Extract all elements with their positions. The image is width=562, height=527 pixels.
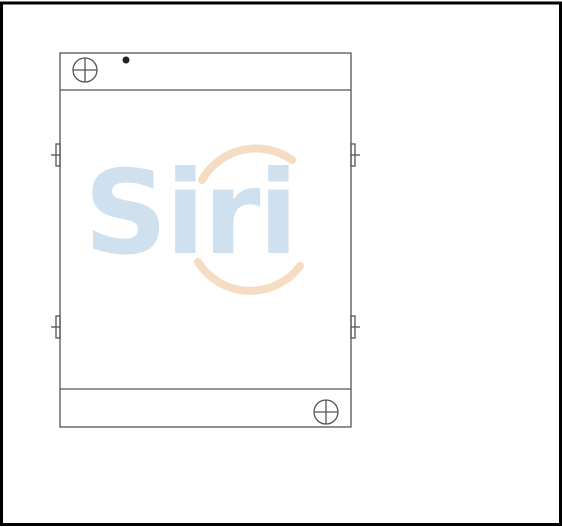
- right-bracket-lower: [350, 315, 360, 339]
- watermark-text: Siri: [84, 146, 296, 281]
- left-bracket-lower: [51, 315, 61, 339]
- siri-watermark-logo: Siri: [84, 144, 304, 295]
- outlet-fitting-icon: [313, 399, 339, 425]
- radiator-drawing: Siri: [0, 1, 562, 526]
- inlet-fitting-icon: [72, 57, 98, 83]
- diagram-canvas: Siri: [0, 0, 562, 527]
- right-bracket-upper: [350, 143, 360, 167]
- vent-dot-icon: [122, 56, 130, 64]
- left-bracket-upper: [51, 143, 61, 167]
